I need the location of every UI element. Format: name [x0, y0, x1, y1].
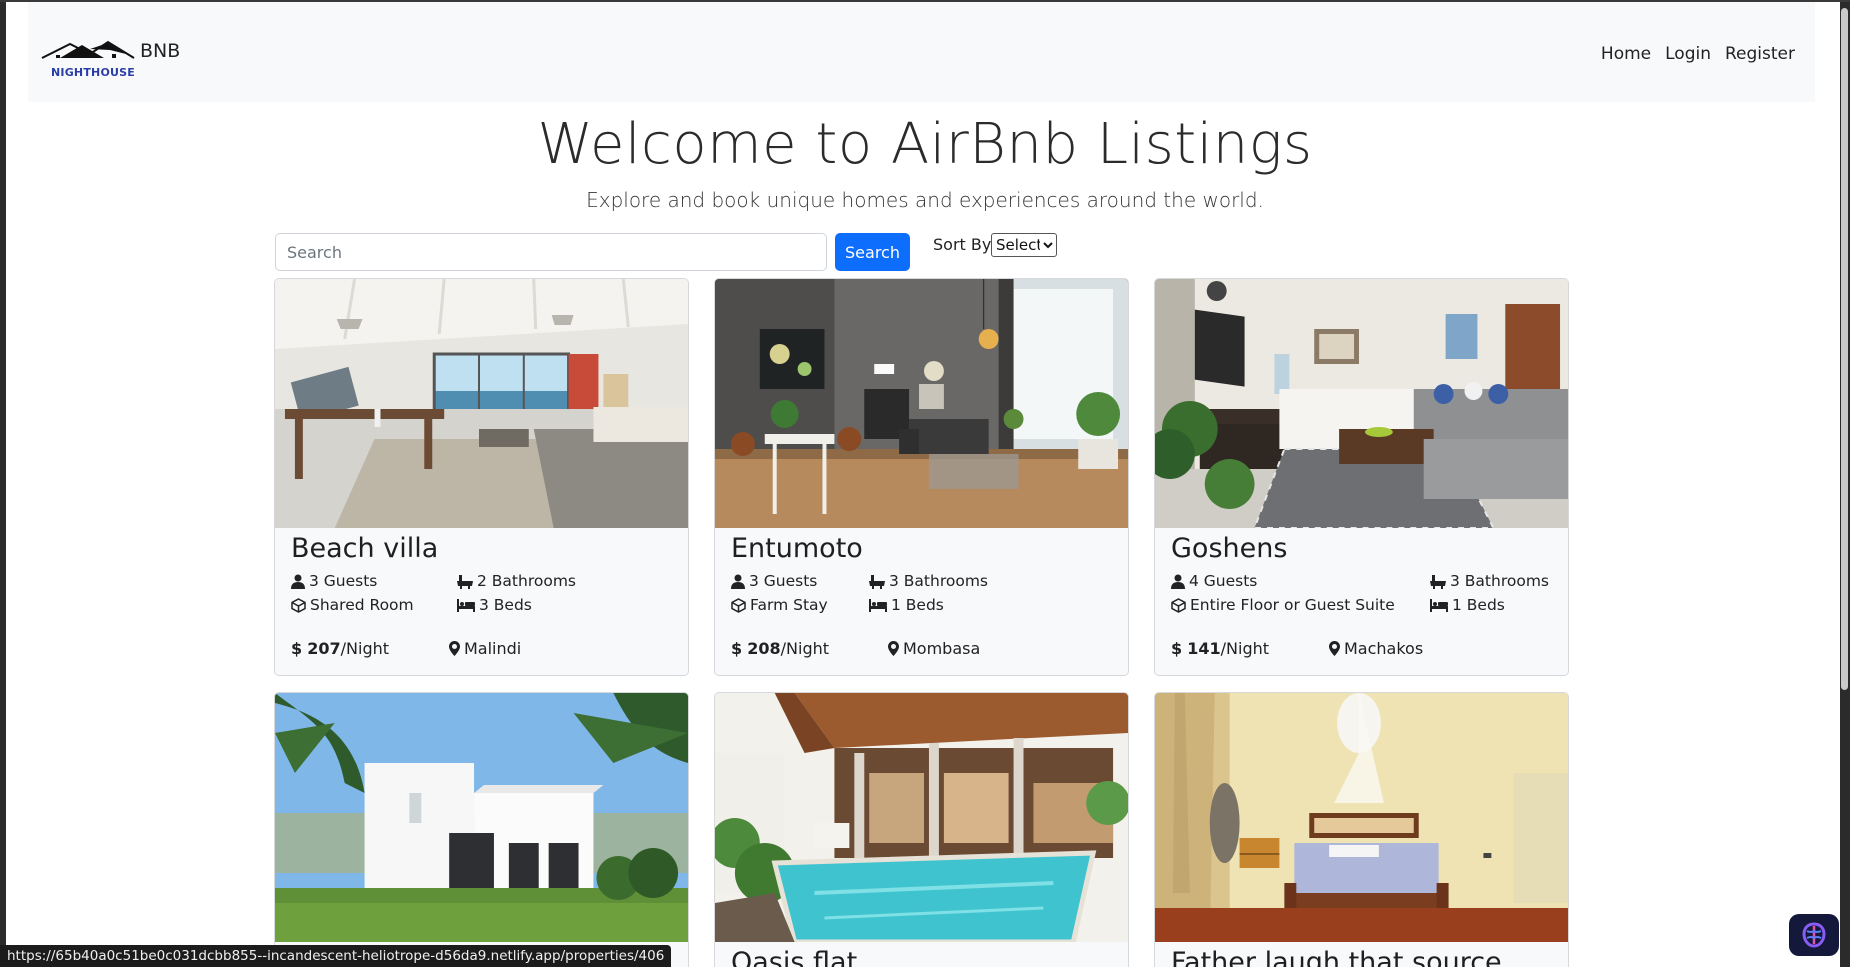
room-type-feature: Farm Stay — [731, 596, 828, 614]
search-input[interactable] — [275, 233, 827, 271]
bathtub-icon — [869, 574, 885, 589]
price-currency: $ — [291, 639, 303, 658]
location-name: Malindi — [464, 639, 522, 658]
bathrooms-count: 3 Bathrooms — [889, 572, 988, 590]
page-subtitle: Explore and book unique homes and experi… — [586, 188, 1264, 212]
nav-links: Home Login Register — [1601, 44, 1795, 64]
assistant-icon — [1802, 922, 1826, 948]
room-type: Farm Stay — [750, 596, 828, 614]
bathrooms-feature: 3 Bathrooms — [1430, 572, 1549, 590]
price-amount: 208 — [747, 639, 781, 658]
browser-viewport: BNB NIGHTHOUSE Home Login Register Welco… — [0, 2, 1850, 967]
price-unit: /Night — [780, 639, 830, 658]
person-icon — [291, 574, 305, 589]
listing-price: $ 141/Night — [1171, 639, 1269, 658]
listing-card[interactable]: Entumoto 3 Guests 3 Bathrooms Farm Stay … — [714, 278, 1129, 676]
bed-icon — [457, 599, 475, 612]
room-type: Shared Room — [310, 596, 414, 614]
price-unit: /Night — [340, 639, 390, 658]
listing-photo — [1155, 693, 1568, 942]
listing-photo — [715, 693, 1128, 942]
nav-login-link[interactable]: Login — [1665, 44, 1711, 64]
person-icon — [1171, 574, 1185, 589]
beds-feature: 1 Beds — [1430, 596, 1505, 614]
bathrooms-count: 2 Bathrooms — [477, 572, 576, 590]
scrollbar-track[interactable] — [1840, 2, 1850, 967]
guests-count: 3 Guests — [309, 572, 378, 590]
bathrooms-count: 3 Bathrooms — [1450, 572, 1549, 590]
cube-icon — [1171, 597, 1186, 613]
room-type: Entire Floor or Guest Suite — [1190, 596, 1395, 614]
listing-title[interactable]: Entumoto — [731, 533, 863, 564]
bathtub-icon — [457, 574, 473, 589]
bed-icon — [869, 599, 887, 612]
guests-count: 3 Guests — [749, 572, 818, 590]
listing-title[interactable]: Oasis flat — [731, 947, 857, 967]
bathrooms-feature: 3 Bathrooms — [869, 572, 988, 590]
bathtub-icon — [1430, 574, 1446, 589]
cube-icon — [731, 597, 746, 613]
price-currency: $ — [1171, 639, 1183, 658]
map-pin-icon — [449, 641, 460, 656]
brand-name: BNB — [140, 40, 181, 62]
listing-location: Machakos — [1329, 639, 1423, 658]
room-type-feature: Shared Room — [291, 596, 414, 614]
beds-feature: 1 Beds — [869, 596, 944, 614]
listing-card[interactable]: Oasis flat — [714, 692, 1129, 967]
search-button[interactable]: Search — [835, 233, 910, 271]
listing-card[interactable] — [274, 692, 689, 967]
location-name: Mombasa — [903, 639, 981, 658]
guests-feature: 4 Guests — [1171, 572, 1257, 590]
beds-count: 1 Beds — [1452, 596, 1505, 614]
cube-icon — [291, 597, 306, 613]
beds-count: 3 Beds — [479, 596, 532, 614]
status-bar-url: https://65b40a0c51be0c031dcbb855--incand… — [0, 945, 672, 967]
sort-label: Sort By: — [933, 235, 996, 254]
listing-price: $ 207/Night — [291, 639, 389, 658]
brand-logo[interactable]: BNB NIGHTHOUSE — [40, 40, 180, 84]
price-unit: /Night — [1220, 639, 1270, 658]
listing-photo — [715, 279, 1128, 528]
guests-count: 4 Guests — [1189, 572, 1258, 590]
price-amount: 141 — [1187, 639, 1221, 658]
map-pin-icon — [1329, 641, 1340, 656]
listing-location: Malindi — [449, 639, 521, 658]
listing-price: $ 208/Night — [731, 639, 829, 658]
nav-home-link[interactable]: Home — [1601, 44, 1651, 64]
person-icon — [731, 574, 745, 589]
sort-select[interactable]: Select — [991, 233, 1057, 257]
map-pin-icon — [888, 641, 899, 656]
listing-card[interactable]: Beach villa 3 Guests 2 Bathrooms Shared … — [274, 278, 689, 676]
room-type-feature: Entire Floor or Guest Suite — [1171, 596, 1395, 614]
listing-photo — [275, 279, 688, 528]
price-currency: $ — [731, 639, 743, 658]
listing-card[interactable]: Father laugh that source. — [1154, 692, 1569, 967]
guests-feature: 3 Guests — [291, 572, 377, 590]
floating-assistant-button[interactable] — [1789, 914, 1839, 956]
listing-title[interactable]: Beach villa — [291, 533, 438, 564]
listing-location: Mombasa — [888, 639, 980, 658]
guests-feature: 3 Guests — [731, 572, 817, 590]
price-amount: 207 — [307, 639, 341, 658]
listing-title[interactable]: Goshens — [1171, 533, 1287, 564]
scrollbar-thumb[interactable] — [1841, 8, 1848, 690]
house-roof-icon — [41, 40, 135, 59]
navbar: BNB NIGHTHOUSE Home Login Register — [28, 2, 1815, 102]
listing-photo — [275, 693, 688, 942]
brand-subtitle: NIGHTHOUSE — [51, 66, 135, 79]
bathrooms-feature: 2 Bathrooms — [457, 572, 576, 590]
page-title: Welcome to AirBnb Listings — [537, 112, 1313, 177]
beds-count: 1 Beds — [891, 596, 944, 614]
location-name: Machakos — [1344, 639, 1424, 658]
listing-photo — [1155, 279, 1568, 528]
listing-card[interactable]: Goshens 4 Guests 3 Bathrooms Entire Floo… — [1154, 278, 1569, 676]
nav-register-link[interactable]: Register — [1725, 44, 1795, 64]
beds-feature: 3 Beds — [457, 596, 532, 614]
listing-title[interactable]: Father laugh that source. — [1171, 947, 1510, 967]
bed-icon — [1430, 599, 1448, 612]
